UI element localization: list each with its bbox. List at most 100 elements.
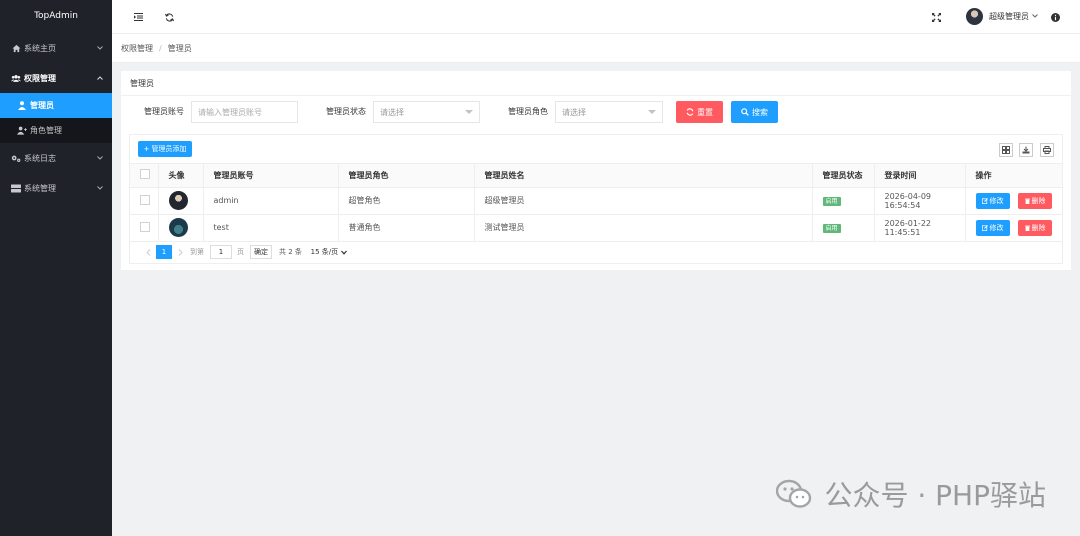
row-checkbox[interactable] xyxy=(140,221,150,232)
sidebar-item-label: 角色管理 xyxy=(30,126,62,135)
refresh-icon[interactable] xyxy=(163,11,175,23)
delete-button-label: 删除 xyxy=(1031,223,1046,232)
sidebar-item-admins[interactable]: 管理员 xyxy=(0,93,112,118)
watermark: 公众号 · PHP驿站 xyxy=(776,474,1046,514)
edit-icon xyxy=(981,224,988,231)
chevron-down-icon xyxy=(97,154,103,163)
name-cell: 测试管理员 xyxy=(474,214,813,242)
status-select-value: 请选择 xyxy=(380,107,404,117)
edit-button[interactable]: 修改 xyxy=(975,192,1010,209)
header-checkbox-cell xyxy=(130,164,159,188)
prev-page-icon[interactable] xyxy=(140,245,156,259)
login-time-cell: 2026-04-09 16:54:54 xyxy=(874,187,966,215)
breadcrumb-separator: / xyxy=(159,43,162,53)
search-button[interactable]: 搜索 xyxy=(731,101,778,123)
avatar-cell xyxy=(158,214,204,242)
chevron-down-icon xyxy=(341,250,348,255)
columns-filter-icon[interactable] xyxy=(999,143,1013,157)
table-row: test 普通角色 测试管理员 启用 2026-01-22 11:45:51 修… xyxy=(130,214,1062,242)
edit-button[interactable]: 修改 xyxy=(975,219,1010,236)
users-icon xyxy=(11,73,21,83)
sidebar-item-label: 管理员 xyxy=(30,101,54,110)
page-unit-label: 页 xyxy=(237,248,244,256)
actions-cell: 修改 删除 xyxy=(965,187,1062,215)
role-label: 管理员角色 xyxy=(508,107,548,116)
pagination: 1 到第 1 页 确定 共 2 条 15 条/页 xyxy=(140,245,351,259)
chevron-down-icon xyxy=(97,44,103,53)
status-cell: 启用 xyxy=(812,187,875,215)
user-plus-icon xyxy=(17,126,27,136)
account-label: 管理员账号 xyxy=(144,107,184,116)
sidebar-submenu-permissions: 管理员 角色管理 xyxy=(0,93,112,143)
edit-button-label: 修改 xyxy=(989,223,1004,232)
status-badge: 启用 xyxy=(822,197,841,206)
page-size-select[interactable]: 15 条/页 xyxy=(307,245,351,259)
app-logo[interactable]: TopAdmin xyxy=(0,0,112,33)
delete-button[interactable]: 删除 xyxy=(1018,219,1053,236)
account-search-field[interactable] xyxy=(191,101,298,123)
col-status: 管理员状态 xyxy=(812,164,875,188)
card-title: 管理员 xyxy=(121,71,1071,96)
row-checkbox[interactable] xyxy=(140,194,150,205)
col-actions: 操作 xyxy=(965,164,1062,188)
edit-icon xyxy=(981,197,988,204)
table-toolbar: + 管理员添加 xyxy=(130,135,1062,164)
name-cell: 超级管理员 xyxy=(474,187,813,215)
status-label: 管理员状态 xyxy=(326,107,366,116)
user-name: 超级管理员 xyxy=(989,12,1029,21)
sidebar-item-roles[interactable]: 角色管理 xyxy=(0,118,112,143)
next-page-icon[interactable] xyxy=(172,245,188,259)
admin-table: 头像 管理员账号 管理员角色 管理员姓名 管理员状态 登录时间 操作 admin… xyxy=(130,164,1062,242)
login-time-cell: 2026-01-22 11:45:51 xyxy=(874,214,966,242)
role-select[interactable]: 请选择 xyxy=(555,101,663,123)
avatar xyxy=(168,191,188,210)
page-size-value: 15 条/页 xyxy=(310,248,339,256)
sidebar-item-logs[interactable]: 系统日志 xyxy=(0,143,112,173)
trash-icon xyxy=(1024,225,1030,231)
reset-button-label: 重置 xyxy=(697,107,713,117)
col-login-time: 登录时间 xyxy=(874,164,966,188)
account-cell: test xyxy=(203,214,339,242)
page-number-current[interactable]: 1 xyxy=(156,245,172,259)
export-icon[interactable] xyxy=(1019,143,1033,157)
sidebar-item-label: 系统日志 xyxy=(24,153,56,163)
avatar xyxy=(168,218,188,237)
cogs-icon xyxy=(11,153,21,163)
role-cell: 超管角色 xyxy=(338,187,475,215)
delete-button-label: 删除 xyxy=(1031,196,1046,205)
user-menu[interactable]: 超级管理员 xyxy=(966,8,1038,25)
edit-button-label: 修改 xyxy=(989,196,1004,205)
delete-button[interactable]: 删除 xyxy=(1018,192,1053,209)
collapse-menu-icon[interactable] xyxy=(132,11,144,23)
server-icon xyxy=(11,183,21,193)
chevron-down-icon xyxy=(1032,12,1038,21)
role-cell: 普通角色 xyxy=(338,214,475,242)
fullscreen-icon[interactable] xyxy=(930,11,942,23)
role-select-value: 请选择 xyxy=(562,107,586,117)
trash-icon xyxy=(1024,198,1030,204)
col-account: 管理员账号 xyxy=(203,164,339,188)
print-icon[interactable] xyxy=(1040,143,1054,157)
select-all-checkbox[interactable] xyxy=(140,169,150,180)
sidebar: TopAdmin 系统主页 权限管理 管理员 角色管理 系统日志 系统管理 xyxy=(0,0,112,536)
account-search-input[interactable] xyxy=(198,107,297,117)
sidebar-item-home[interactable]: 系统主页 xyxy=(0,33,112,63)
status-cell: 启用 xyxy=(812,214,875,242)
add-admin-button[interactable]: + 管理员添加 xyxy=(138,141,192,157)
reset-button[interactable]: 重置 xyxy=(676,101,723,123)
home-icon xyxy=(11,43,21,53)
table-row: admin 超管角色 超级管理员 启用 2026-04-09 16:54:54 … xyxy=(130,187,1062,215)
breadcrumb-item-permissions[interactable]: 权限管理 xyxy=(121,43,153,54)
page-jump-confirm-button[interactable]: 确定 xyxy=(250,245,272,259)
refresh-icon xyxy=(686,108,694,116)
row-checkbox-cell xyxy=(130,187,159,215)
sidebar-item-permissions[interactable]: 权限管理 xyxy=(0,63,112,93)
status-select[interactable]: 请选择 xyxy=(373,101,480,123)
search-icon xyxy=(741,108,749,116)
avatar xyxy=(966,8,983,25)
plus-icon: + xyxy=(143,145,150,153)
info-icon[interactable] xyxy=(1049,11,1061,23)
sidebar-item-system[interactable]: 系统管理 xyxy=(0,173,112,203)
account-cell: admin xyxy=(203,187,339,215)
page-jump-input[interactable]: 1 xyxy=(210,245,232,259)
